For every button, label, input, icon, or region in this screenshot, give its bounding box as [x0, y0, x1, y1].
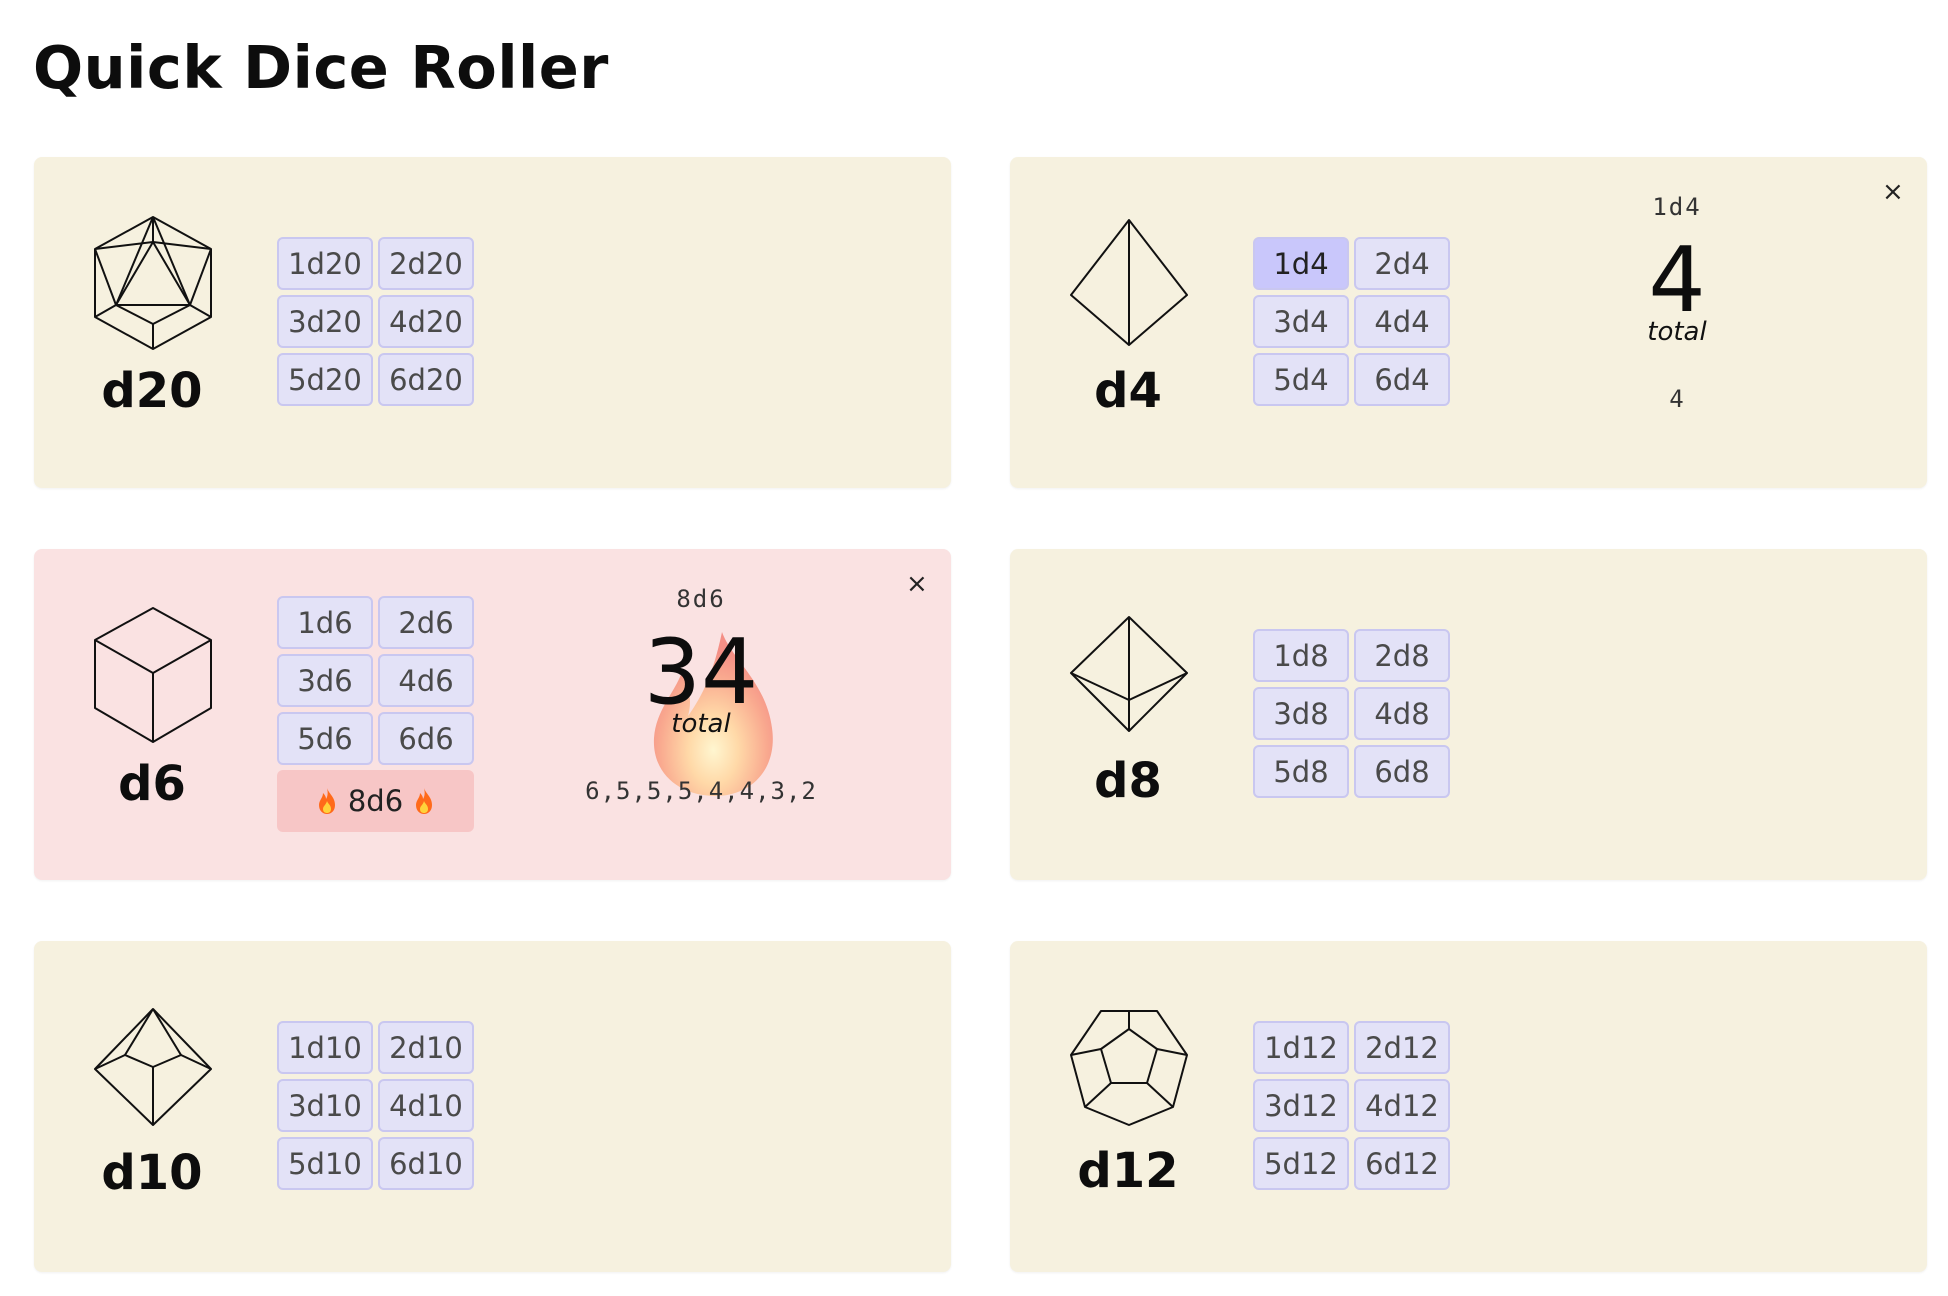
d4-card: d4 1d4 2d4 3d4 4d4 5d4 6d4 1d4 4 total 4… [1010, 157, 1927, 488]
roll-2d8-button[interactable]: 2d8 [1354, 629, 1450, 682]
roll-4d20-button[interactable]: 4d20 [378, 295, 474, 348]
roll-4d10-button[interactable]: 4d10 [378, 1079, 474, 1132]
d6-roll-buttons: 1d6 2d6 3d6 4d6 5d6 6d6 8d6 [277, 596, 474, 832]
roll-6d4-button[interactable]: 6d4 [1354, 353, 1450, 406]
roll-1d6-button[interactable]: 1d6 [277, 596, 373, 649]
roll-3d10-button[interactable]: 3d10 [277, 1079, 373, 1132]
roll-total: 34 [643, 620, 759, 725]
d20-card: d20 1d20 2d20 3d20 4d20 5d20 6d20 [34, 157, 951, 488]
total-label: total [671, 709, 731, 739]
roll-8d6-fire-button[interactable]: 8d6 [277, 770, 474, 832]
d10-card: d10 1d10 2d10 3d10 4d10 5d10 6d10 [34, 941, 951, 1272]
roll-5d20-button[interactable]: 5d20 [277, 353, 373, 406]
roll-4d4-button[interactable]: 4d4 [1354, 295, 1450, 348]
roll-6d20-button[interactable]: 6d20 [378, 353, 474, 406]
roll-2d4-button[interactable]: 2d4 [1354, 237, 1450, 290]
roll-1d8-button[interactable]: 1d8 [1253, 629, 1349, 682]
individual-rolls: 6,5,5,5,4,4,3,2 [585, 777, 817, 805]
roll-1d10-button[interactable]: 1d10 [277, 1021, 373, 1074]
roll-5d8-button[interactable]: 5d8 [1253, 745, 1349, 798]
roll-1d20-button[interactable]: 1d20 [277, 237, 373, 290]
d8-card: d8 1d8 2d8 3d8 4d8 5d8 6d8 [1010, 549, 1927, 880]
roll-3d8-button[interactable]: 3d8 [1253, 687, 1349, 740]
icosahedron-icon [94, 216, 212, 350]
roll-6d10-button[interactable]: 6d10 [378, 1137, 474, 1190]
die-label: d12 [1077, 1143, 1179, 1199]
die-label: d20 [101, 363, 203, 419]
fire-icon [318, 788, 335, 814]
d20-roll-buttons: 1d20 2d20 3d20 4d20 5d20 6d20 [277, 237, 474, 406]
die-label: d10 [101, 1145, 203, 1201]
page-title: Quick Dice Roller [33, 33, 609, 102]
die-label: d8 [1094, 753, 1162, 809]
d8-roll-buttons: 1d8 2d8 3d8 4d8 5d8 6d8 [1253, 629, 1450, 798]
d12-roll-buttons: 1d12 2d12 3d12 4d12 5d12 6d12 [1253, 1021, 1450, 1190]
roll-4d8-button[interactable]: 4d8 [1354, 687, 1450, 740]
roll-6d6-button[interactable]: 6d6 [378, 712, 474, 765]
roll-expression: 8d6 [676, 585, 726, 613]
roll-3d12-button[interactable]: 3d12 [1253, 1079, 1349, 1132]
roll-3d6-button[interactable]: 3d6 [277, 654, 373, 707]
cube-icon [94, 607, 212, 743]
close-icon[interactable]: × [1882, 179, 1904, 205]
total-label: total [1647, 317, 1707, 347]
roll-5d12-button[interactable]: 5d12 [1253, 1137, 1349, 1190]
d4-figure[interactable]: d4 [1066, 217, 1190, 431]
roll-6d8-button[interactable]: 6d8 [1354, 745, 1450, 798]
roll-1d4-button[interactable]: 1d4 [1253, 237, 1349, 290]
roll-6d12-button[interactable]: 6d12 [1354, 1137, 1450, 1190]
die-label: d4 [1094, 363, 1162, 419]
roll-5d4-button[interactable]: 5d4 [1253, 353, 1349, 406]
roll-4d6-button[interactable]: 4d6 [378, 654, 474, 707]
roll-1d12-button[interactable]: 1d12 [1253, 1021, 1349, 1074]
roll-5d6-button[interactable]: 5d6 [277, 712, 373, 765]
d4-result-panel: 1d4 4 total 4 [1512, 193, 1842, 413]
roll-3d4-button[interactable]: 3d4 [1253, 295, 1349, 348]
d6-card: d6 1d6 2d6 3d6 4d6 5d6 6d6 8d6 8d6 34 to… [34, 549, 951, 880]
pentagonal-trapezohedron-icon [94, 1008, 212, 1126]
fire-icon [416, 788, 433, 814]
individual-rolls: 4 [1669, 385, 1685, 413]
dodecahedron-icon [1070, 1010, 1188, 1126]
roll-4d12-button[interactable]: 4d12 [1354, 1079, 1450, 1132]
roll-2d20-button[interactable]: 2d20 [378, 237, 474, 290]
roll-5d10-button[interactable]: 5d10 [277, 1137, 373, 1190]
octahedron-icon [1070, 616, 1188, 732]
d4-roll-buttons: 1d4 2d4 3d4 4d4 5d4 6d4 [1253, 237, 1450, 406]
d6-figure[interactable]: d6 [90, 605, 214, 819]
roll-2d10-button[interactable]: 2d10 [378, 1021, 474, 1074]
close-icon[interactable]: × [906, 571, 928, 597]
roll-2d6-button[interactable]: 2d6 [378, 596, 474, 649]
d10-figure[interactable]: d10 [90, 1007, 214, 1221]
d10-roll-buttons: 1d10 2d10 3d10 4d10 5d10 6d10 [277, 1021, 474, 1190]
roll-expression: 1d4 [1652, 193, 1702, 221]
die-label: d6 [118, 756, 186, 812]
roll-3d20-button[interactable]: 3d20 [277, 295, 373, 348]
d12-figure[interactable]: d12 [1066, 1007, 1190, 1221]
d8-figure[interactable]: d8 [1066, 615, 1190, 829]
d20-figure[interactable]: d20 [90, 212, 214, 426]
roll-2d12-button[interactable]: 2d12 [1354, 1021, 1450, 1074]
roll-total: 4 [1648, 228, 1706, 333]
tetrahedron-icon [1070, 219, 1188, 346]
fire-button-label: 8d6 [347, 784, 404, 818]
d12-card: d12 1d12 2d12 3d12 4d12 5d12 6d12 [1010, 941, 1927, 1272]
d6-result-panel: 8d6 34 total 6,5,5,5,4,4,3,2 [536, 585, 866, 805]
